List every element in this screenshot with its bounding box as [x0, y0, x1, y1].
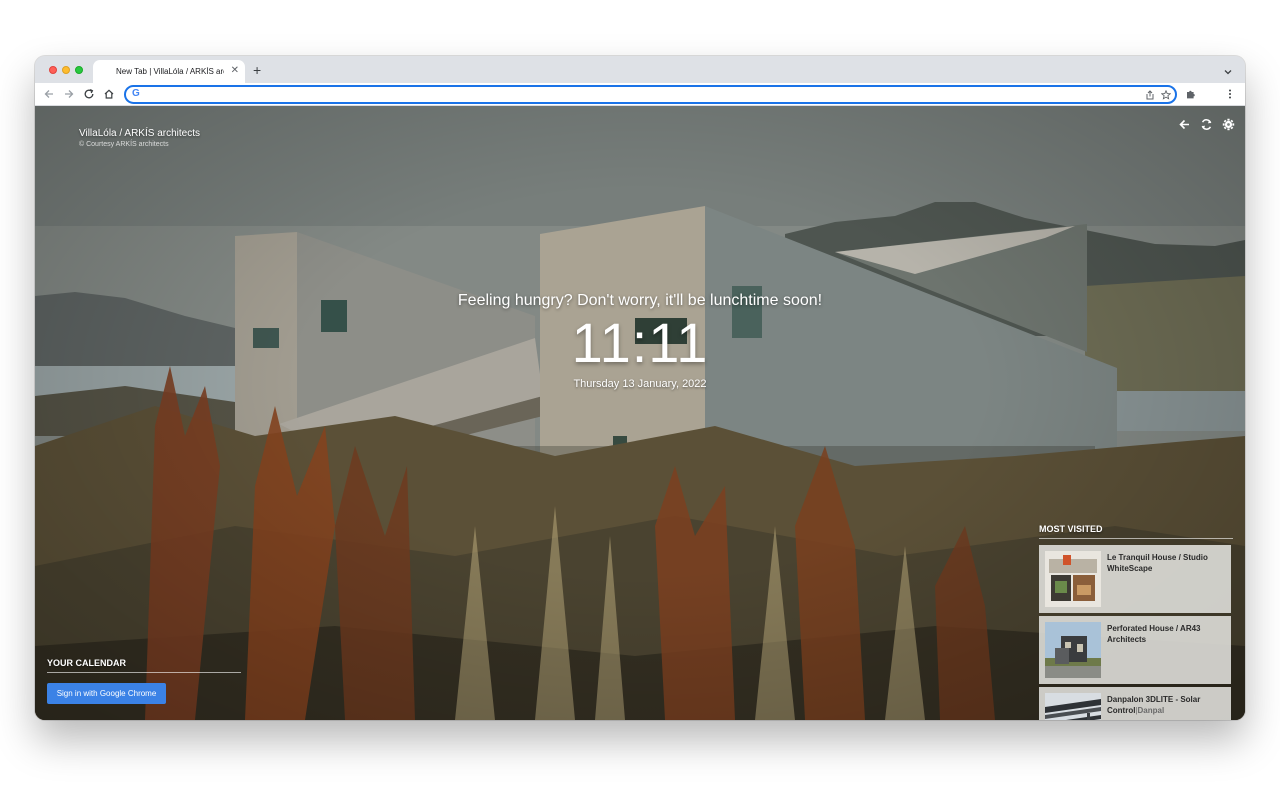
- refresh-icon[interactable]: [1200, 118, 1213, 131]
- site-thumbnail: [1045, 551, 1101, 607]
- site-title: Perforated House / AR43 Architects: [1107, 624, 1201, 644]
- date: Thursday 13 January, 2022: [573, 378, 707, 390]
- back-arrow-icon[interactable]: [1178, 118, 1191, 131]
- site-thumbnail: [1045, 622, 1101, 678]
- site-source: Danpal: [1137, 706, 1165, 715]
- reload-icon[interactable]: [82, 87, 96, 101]
- site-thumbnail: [1045, 693, 1101, 720]
- tab-search-chevron-icon[interactable]: [1223, 64, 1233, 75]
- tab-close-icon[interactable]: ✕: [231, 65, 239, 77]
- calendar-title: YOUR CALENDAR: [47, 658, 241, 673]
- extensions-puzzle-icon[interactable]: [1184, 87, 1198, 101]
- new-tab-button[interactable]: +: [253, 63, 261, 77]
- most-visited-item[interactable]: Le Tranquil House / Studio WhiteScape: [1039, 545, 1231, 613]
- address-bar[interactable]: G: [124, 85, 1177, 104]
- home-icon[interactable]: [102, 87, 116, 101]
- sign-in-button[interactable]: Sign in with Google Chrome: [47, 683, 166, 704]
- greeting-message: Feeling hungry? Don't worry, it'll be lu…: [457, 292, 823, 309]
- photo-credit[interactable]: VillaLóla / ARKÍS architects © Courtesy …: [79, 128, 200, 148]
- close-window-button[interactable]: [49, 66, 57, 74]
- back-arrow-icon[interactable]: [42, 87, 56, 101]
- google-icon: G: [132, 88, 140, 99]
- address-input[interactable]: [146, 88, 1126, 101]
- tab-title: New Tab | VillaLóla / ARKÍS architects: [116, 67, 224, 76]
- browser-window: New Tab | VillaLóla / ARKÍS architects ✕…: [35, 56, 1245, 720]
- clock: 11:11: [571, 311, 709, 374]
- gear-icon[interactable]: [1222, 118, 1235, 131]
- share-icon[interactable]: [1144, 89, 1155, 100]
- photo-copyright: © Courtesy ARKÍS architects: [79, 141, 169, 148]
- most-visited-title: MOST VISITED: [1039, 524, 1233, 539]
- most-visited-item[interactable]: Perforated House / AR43 Architects: [1039, 616, 1231, 684]
- calendar-widget: YOUR CALENDAR Sign in with Google Chrome: [47, 658, 241, 704]
- chrome-menu-icon[interactable]: [1223, 87, 1237, 101]
- top-actions: [1178, 118, 1235, 131]
- active-tab[interactable]: New Tab | VillaLóla / ARKÍS architects ✕: [93, 60, 245, 83]
- tab-strip: New Tab | VillaLóla / ARKÍS architects ✕…: [35, 56, 1245, 83]
- browser-toolbar: G: [35, 83, 1245, 106]
- minimize-window-button[interactable]: [62, 66, 70, 74]
- bookmark-star-icon[interactable]: [1160, 89, 1171, 100]
- photo-title[interactable]: VillaLóla / ARKÍS architects: [79, 128, 200, 139]
- forward-arrow-icon[interactable]: [62, 87, 76, 101]
- new-tab-page: VillaLóla / ARKÍS architects © Courtesy …: [35, 106, 1245, 720]
- maximize-window-button[interactable]: [75, 66, 83, 74]
- most-visited-list: Le Tranquil House / Studio WhiteScape Pe…: [1039, 545, 1233, 720]
- site-title: Le Tranquil House / Studio WhiteScape: [1107, 553, 1208, 573]
- most-visited-item[interactable]: Danpalon 3DLITE - Solar Control|Danpal: [1039, 687, 1231, 720]
- most-visited-widget: MOST VISITED Le Tranquil House / Studio …: [1039, 524, 1233, 720]
